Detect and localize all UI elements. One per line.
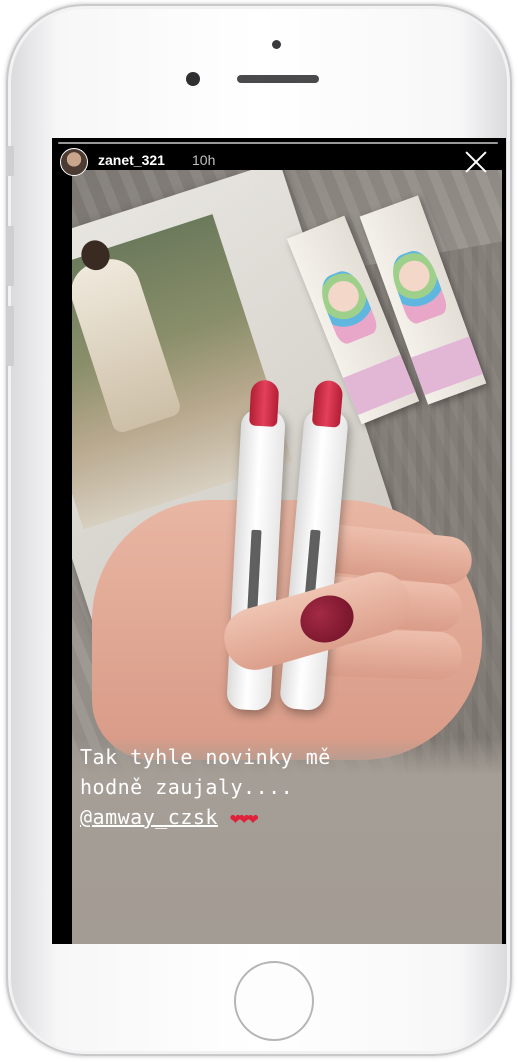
front-camera (186, 72, 200, 86)
close-icon[interactable] (462, 148, 490, 176)
caption-line-1: Tak tyhle novinky mě (80, 745, 331, 769)
earpiece-speaker (237, 75, 319, 83)
home-button[interactable] (234, 961, 314, 1041)
caption-line-3: @amway_czsk ❤❤❤ (80, 802, 490, 834)
story-screen[interactable]: Tak tyhle novinky mě hodně zaujaly.... @… (52, 138, 506, 944)
post-time: 10h (192, 152, 216, 168)
volume-down-button (6, 306, 14, 366)
mute-switch (6, 146, 14, 176)
hearts-emoji: ❤❤❤ (229, 808, 258, 829)
proximity-sensor (272, 40, 281, 49)
story-caption: Tak tyhle novinky mě hodně zaujaly.... @… (80, 742, 490, 834)
story-progress-bar (58, 142, 498, 144)
mention-link[interactable]: @amway_czsk (80, 805, 218, 829)
phone-frame: Tak tyhle novinky mě hodně zaujaly.... @… (6, 4, 512, 1056)
username[interactable]: zanet_321 (98, 152, 165, 168)
caption-line-2: hodně zaujaly.... (80, 775, 294, 799)
avatar[interactable] (60, 148, 88, 176)
volume-up-button (6, 226, 14, 286)
